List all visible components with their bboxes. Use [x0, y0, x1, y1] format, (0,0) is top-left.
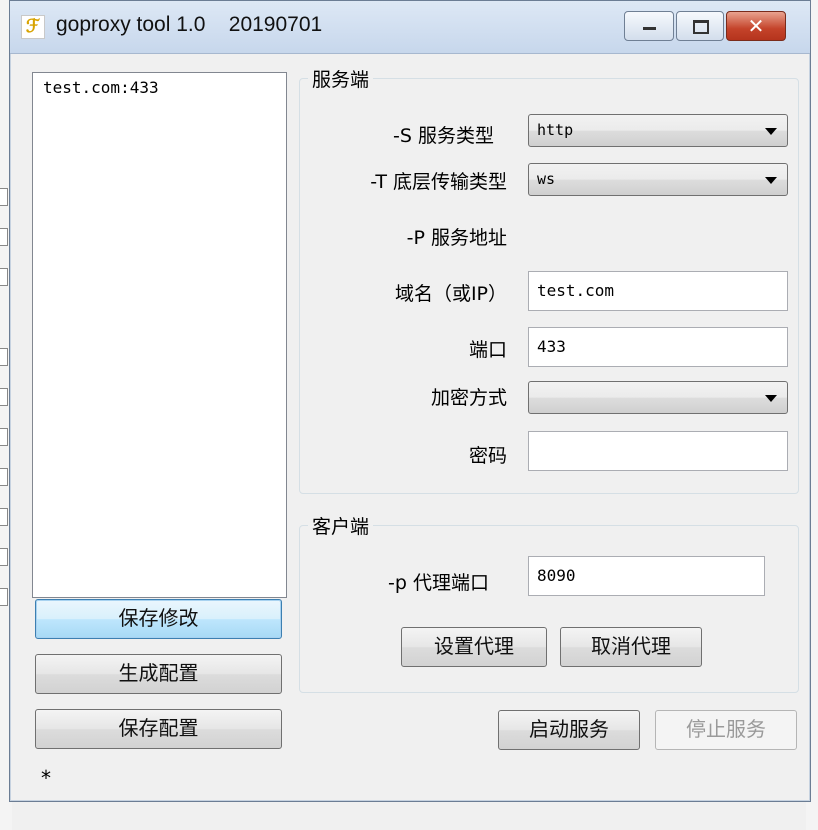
domain-value: test.com	[537, 281, 615, 300]
service-type-select[interactable]: http	[528, 114, 788, 147]
maximize-icon	[693, 20, 709, 34]
background-fragment	[0, 428, 8, 446]
domain-label: 域名（或IP）	[394, 283, 507, 305]
encryption-label: 加密方式	[430, 387, 507, 409]
background-fragment	[0, 268, 8, 286]
window-title: goproxy tool 1.0 20190701	[56, 13, 323, 36]
proxy-port-label: -p 代理端口	[388, 572, 489, 594]
title-bar[interactable]: ℱ goproxy tool 1.0 20190701 ✕	[10, 1, 810, 54]
encryption-select[interactable]	[528, 381, 788, 414]
port-label: 端口	[468, 339, 507, 361]
password-label: 密码	[468, 445, 507, 467]
list-item[interactable]: test.com:433	[33, 73, 286, 97]
proxy-port-input[interactable]: 8090	[528, 556, 765, 596]
password-input[interactable]	[528, 431, 788, 471]
chevron-down-icon	[765, 128, 777, 135]
proxy-port-value: 8090	[537, 566, 576, 585]
maximize-button[interactable]	[676, 11, 724, 41]
chevron-down-icon	[765, 395, 777, 402]
service-address-label: -P 服务地址	[406, 227, 507, 249]
generate-config-button[interactable]: 生成配置	[35, 654, 282, 694]
app-icon: ℱ	[21, 15, 45, 39]
close-icon: ✕	[747, 14, 765, 38]
background-fragment	[0, 548, 8, 566]
client-group-label: 客户端	[308, 512, 374, 539]
domain-input[interactable]: test.com	[528, 271, 788, 311]
service-type-value: http	[537, 121, 574, 139]
background-fragment	[0, 588, 8, 606]
save-config-button[interactable]: 保存配置	[35, 709, 282, 749]
background-fragment	[0, 188, 8, 206]
transport-type-select[interactable]: ws	[528, 163, 788, 196]
minimize-icon	[643, 27, 656, 30]
config-list[interactable]: test.com:433	[32, 72, 287, 598]
background-fragment	[0, 348, 8, 366]
window-content: test.com:433 保存修改 生成配置 保存配置 * 服务端 -S 服务类…	[10, 54, 810, 801]
cancel-proxy-button[interactable]: 取消代理	[560, 627, 702, 667]
stop-service-button[interactable]: 停止服务	[655, 710, 797, 750]
background-fragment	[0, 388, 8, 406]
background-fragment	[0, 468, 8, 486]
background-fragment	[0, 228, 8, 246]
start-service-button[interactable]: 启动服务	[498, 710, 640, 750]
port-input[interactable]: 433	[528, 327, 788, 367]
server-group-label: 服务端	[308, 65, 374, 92]
goproxy-window: ℱ goproxy tool 1.0 20190701 ✕ test.com:4…	[9, 0, 811, 802]
server-group: 服务端 -S 服务类型 http -T 底层传输类型 ws -P 服务地址 域名…	[299, 65, 799, 494]
status-marker: *	[41, 766, 51, 790]
chevron-down-icon	[765, 177, 777, 184]
background-fragment	[0, 508, 8, 526]
save-edit-button[interactable]: 保存修改	[35, 599, 282, 639]
minimize-button[interactable]	[624, 11, 674, 41]
service-type-label: -S 服务类型	[393, 125, 494, 147]
client-group: 客户端 -p 代理端口 8090	[299, 512, 799, 693]
port-value: 433	[537, 337, 566, 356]
transport-type-value: ws	[537, 170, 556, 188]
close-button[interactable]: ✕	[726, 11, 786, 41]
set-proxy-button[interactable]: 设置代理	[401, 627, 547, 667]
transport-type-label: -T 底层传输类型	[370, 171, 507, 193]
